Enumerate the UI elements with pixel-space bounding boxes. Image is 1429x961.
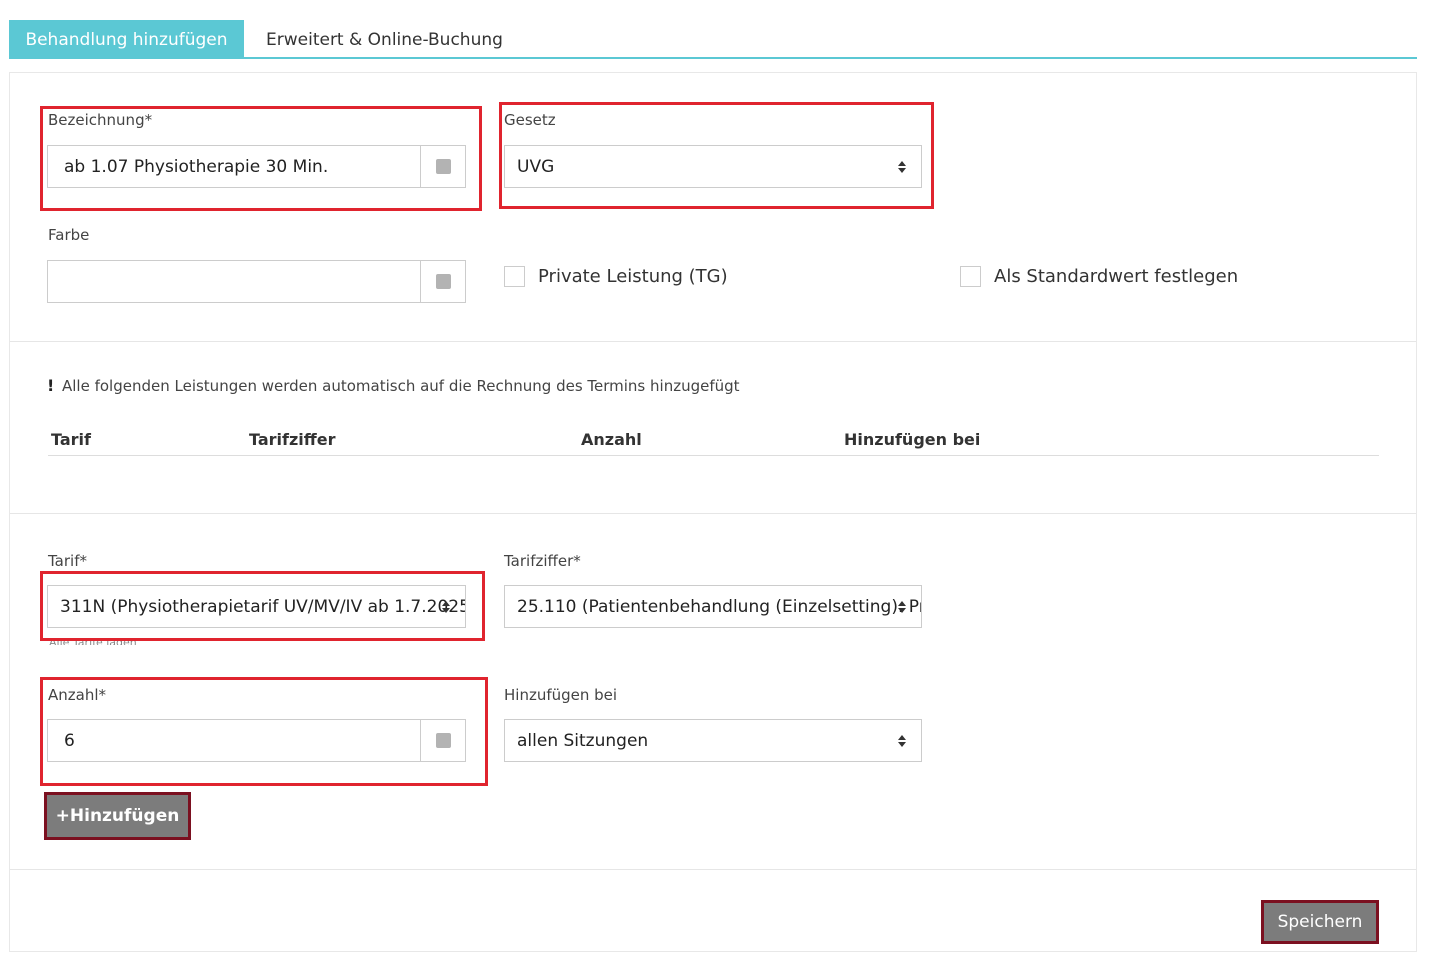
- bezeichnung-highlight: [40, 106, 482, 211]
- column-header-tarif: Tarif: [51, 430, 91, 449]
- private-leistung-checkbox[interactable]: [504, 266, 525, 287]
- anzahl-highlight: [40, 677, 488, 786]
- standardwert-checkbox[interactable]: [960, 266, 981, 287]
- tarifziffer-value: 25.110 (Patientenbehandlung (Einzelsetti…: [517, 596, 921, 617]
- column-header-anzahl: Anzahl: [581, 430, 642, 449]
- tarif-label: Tarif*: [48, 552, 87, 570]
- tab-underline: [9, 57, 1417, 59]
- gesetz-highlight: [499, 102, 934, 209]
- notice-text: Alle folgenden Leistungen werden automat…: [62, 377, 740, 395]
- tab-erweitert-online-buchung[interactable]: Erweitert & Online-Buchung: [250, 20, 520, 59]
- save-button[interactable]: Speichern: [1261, 900, 1379, 944]
- section-divider: [10, 341, 1416, 342]
- column-header-tarifziffer: Tarifziffer: [249, 430, 336, 449]
- sort-caret-icon: [898, 600, 906, 613]
- table-header-line: [48, 455, 1379, 456]
- farbe-label: Farbe: [48, 226, 90, 244]
- add-service-button[interactable]: +Hinzufügen: [44, 792, 191, 840]
- sort-caret-icon: [898, 734, 906, 747]
- hinzufuegen-bei-value: allen Sitzungen: [517, 730, 649, 751]
- farbe-addon[interactable]: [420, 261, 465, 302]
- tarifziffer-label: Tarifziffer*: [504, 552, 581, 570]
- section-divider: [10, 513, 1416, 514]
- standardwert-label[interactable]: Als Standardwert festlegen: [994, 266, 1238, 287]
- hinzufuegen-bei-label: Hinzufügen bei: [504, 686, 618, 704]
- hinzufuegen-bei-select[interactable]: allen Sitzungen: [504, 719, 922, 762]
- tarif-highlight: [40, 571, 485, 641]
- private-leistung-label[interactable]: Private Leistung (TG): [538, 266, 728, 287]
- column-header-hinzufuegen-bei: Hinzufügen bei: [844, 430, 981, 449]
- tarifziffer-select[interactable]: 25.110 (Patientenbehandlung (Einzelsetti…: [504, 585, 922, 628]
- tab-behandlung-hinzufuegen[interactable]: Behandlung hinzufügen: [9, 20, 244, 59]
- section-divider: [10, 869, 1416, 870]
- notice-icon: !: [47, 376, 55, 395]
- farbe-input[interactable]: [47, 260, 466, 303]
- square-icon: [435, 274, 451, 289]
